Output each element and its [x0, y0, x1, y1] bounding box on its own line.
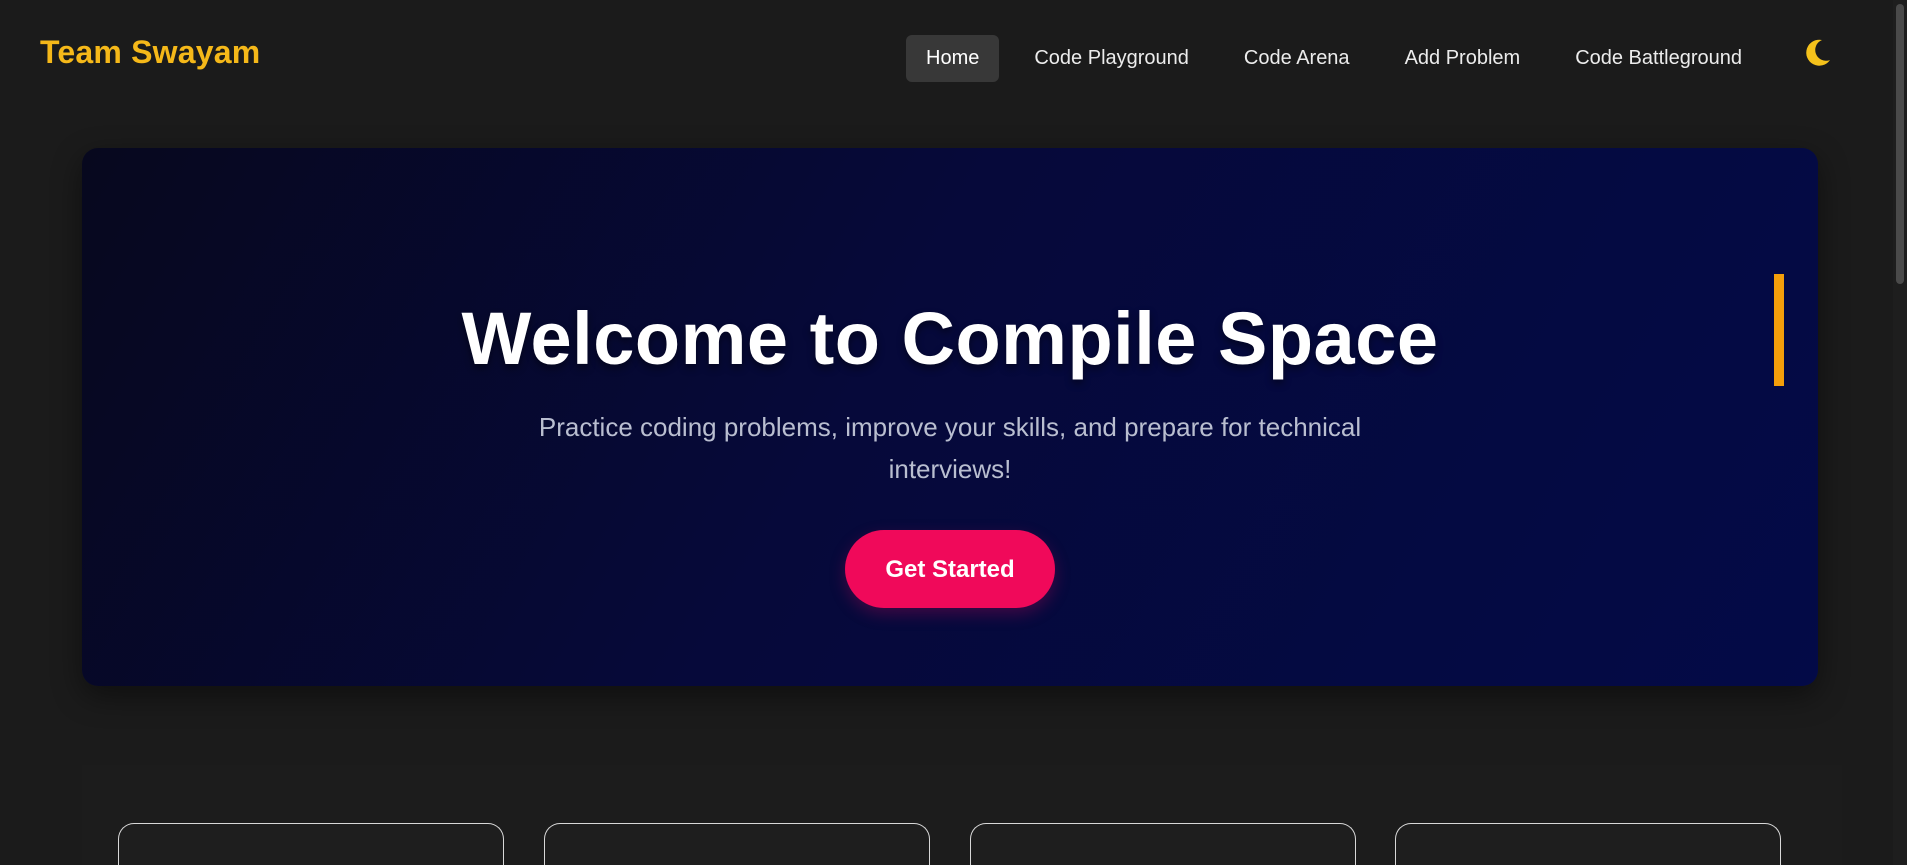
feature-card[interactable] — [544, 823, 930, 865]
hero-subtitle: Practice coding problems, improve your s… — [538, 412, 1362, 484]
hero-title: Welcome to Compile Space — [461, 297, 1439, 380]
theme-toggle-button[interactable] — [1800, 36, 1834, 70]
nav-item-code-battleground[interactable]: Code Battleground — [1555, 35, 1762, 82]
page: Team Swayam Home Code Playground Code Ar… — [0, 0, 1907, 865]
hero-section: Welcome to Compile Space Practice coding… — [82, 148, 1818, 686]
scrollbar-thumb[interactable] — [1896, 4, 1904, 284]
nav-item-add-problem[interactable]: Add Problem — [1385, 35, 1541, 82]
page-scrollbar[interactable] — [1893, 0, 1907, 865]
nav-item-code-playground[interactable]: Code Playground — [1014, 35, 1209, 82]
nav-item-code-arena[interactable]: Code Arena — [1224, 35, 1370, 82]
feature-card[interactable] — [970, 823, 1356, 865]
moon-icon — [1806, 39, 1830, 66]
feature-card[interactable] — [118, 823, 504, 865]
get-started-button[interactable]: Get Started — [845, 530, 1055, 608]
main-nav: Home Code Playground Code Arena Add Prob… — [906, 35, 1777, 82]
nav-item-home[interactable]: Home — [906, 35, 1000, 82]
brand-logo[interactable]: Team Swayam — [40, 34, 260, 71]
feature-card[interactable] — [1395, 823, 1781, 865]
